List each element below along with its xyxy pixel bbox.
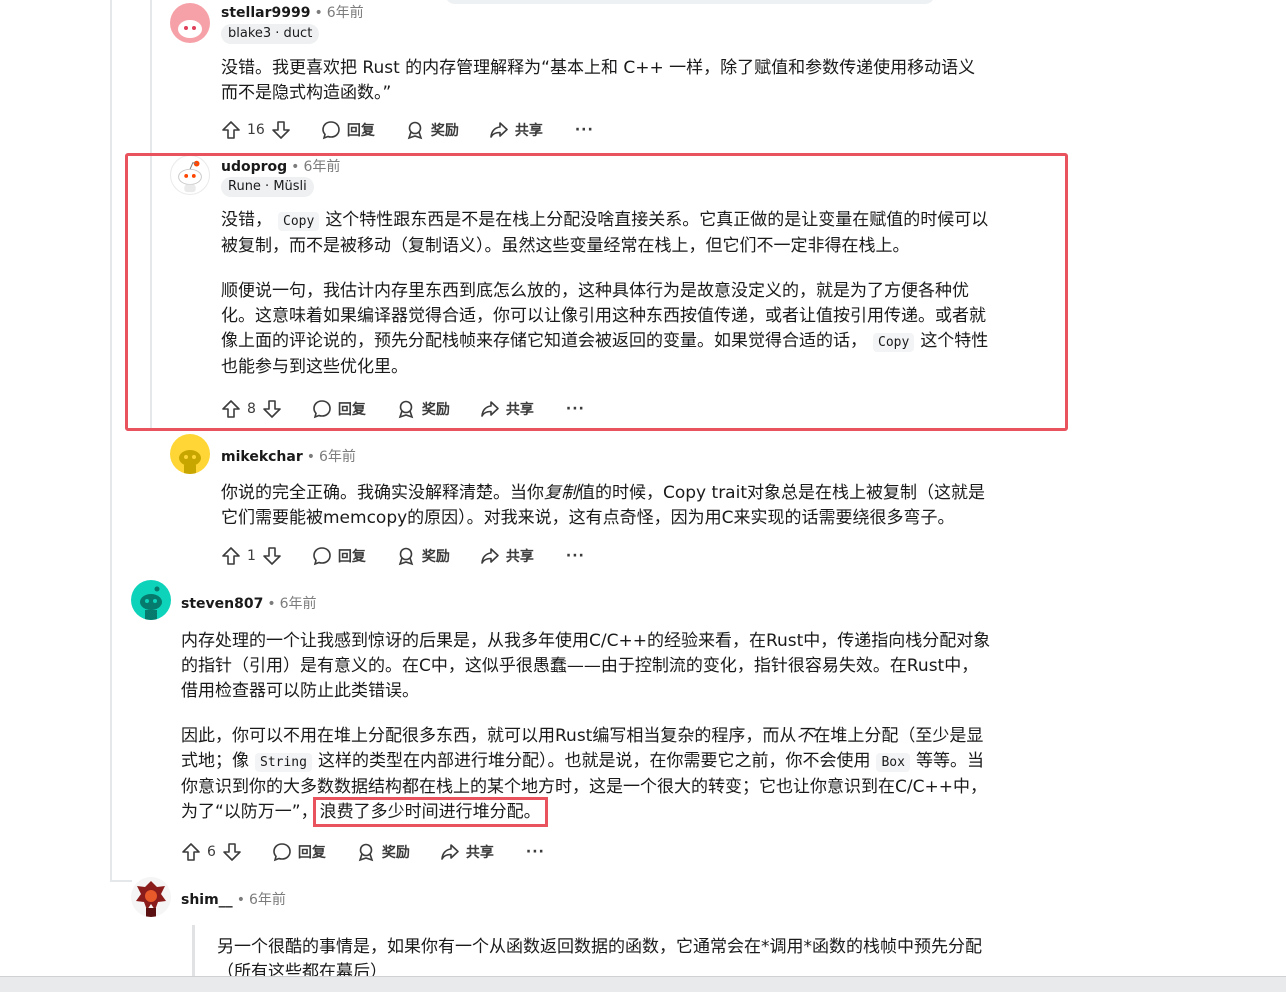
- thread-line-elbow: [110, 880, 132, 882]
- more-options-button[interactable]: ···: [566, 548, 585, 564]
- comment-body: 没错。我更喜欢把 Rust 的内存管理解释为“基本上和 C++ 一样，除了赋值和…: [221, 56, 991, 106]
- more-options-button[interactable]: ···: [526, 844, 545, 860]
- comment-paragraph: 因此，你可以不用在堆上分配很多东西，就可以用Rust编写相当复杂的程序，而从不在…: [181, 726, 987, 827]
- upvote-button[interactable]: [181, 842, 201, 862]
- reply-button[interactable]: 回复: [321, 120, 375, 140]
- comment-author[interactable]: stellar9999: [221, 5, 310, 21]
- comment-meta: stellar9999 • 6年前: [221, 5, 364, 21]
- comment-time[interactable]: 6年前: [319, 449, 356, 465]
- award-icon: [407, 121, 423, 140]
- comment-bubble-icon: [273, 843, 291, 862]
- reply-button[interactable]: 回复: [272, 842, 326, 862]
- comment-actions: 6 回复 奖励 共享 ···: [181, 840, 545, 864]
- blockquote-bar: [192, 925, 195, 976]
- avatar[interactable]: [131, 877, 171, 917]
- avatar[interactable]: [170, 3, 210, 43]
- downvote-button[interactable]: [271, 120, 291, 140]
- award-label: 奖励: [430, 123, 459, 139]
- share-label: 共享: [505, 549, 534, 565]
- comment-body: 内存处理的一个让我感到惊讶的后果是，从我多年使用C/C++的经验来看，在Rust…: [181, 629, 991, 827]
- avatar[interactable]: [170, 434, 210, 474]
- comment-blockquote: 另一个很酷的事情是，如果你有一个从函数返回数据的函数，它通常会在*调用*函数的栈…: [217, 935, 987, 976]
- award-label: 奖励: [381, 845, 410, 861]
- comment-bubble-icon: [313, 547, 331, 566]
- downvote-icon: [263, 547, 281, 565]
- comment-paragraph: 你说的完全正确。我确实没解释清楚。当你复制值的时候，Copy trait对象总是…: [221, 483, 985, 528]
- highlight-box-udoprog: [125, 153, 1068, 431]
- award-icon: [398, 547, 414, 566]
- share-arrow-icon: [441, 844, 459, 860]
- emphasis-text: 复制: [544, 483, 578, 503]
- snoo-avatar-icon: [136, 881, 166, 917]
- upvote-icon: [222, 121, 240, 139]
- share-label: 共享: [465, 845, 494, 861]
- vote-count: 16: [247, 122, 265, 138]
- share-label: 共享: [514, 123, 543, 139]
- award-button[interactable]: 奖励: [396, 546, 450, 566]
- avatar[interactable]: [131, 580, 171, 620]
- comment-author[interactable]: steven807: [181, 596, 263, 612]
- snoo-avatar-icon: [140, 586, 162, 620]
- taskbar: [0, 976, 1286, 992]
- upvote-icon: [182, 843, 200, 861]
- downvote-icon: [272, 121, 290, 139]
- vote-count: 1: [247, 548, 256, 564]
- comment-author[interactable]: shim__: [181, 892, 233, 908]
- comment-bubble-icon: [322, 121, 340, 140]
- inline-code: Box: [876, 753, 910, 772]
- comment-meta: shim__ • 6年前: [181, 892, 286, 908]
- award-button[interactable]: 奖励: [356, 842, 410, 862]
- vote-count: 6: [207, 844, 216, 860]
- downvote-button[interactable]: [262, 546, 282, 566]
- more-options-button[interactable]: ···: [575, 122, 594, 138]
- comment-paragraph: 另一个很酷的事情是，如果你有一个从函数返回数据的函数，它通常会在*调用*函数的栈…: [217, 937, 982, 976]
- award-button[interactable]: 奖励: [405, 120, 459, 140]
- upvote-button[interactable]: [221, 120, 241, 140]
- comment-author[interactable]: mikekchar: [221, 449, 303, 465]
- downvote-icon: [223, 843, 241, 861]
- share-button[interactable]: 共享: [440, 842, 494, 862]
- snoo-avatar-icon: [179, 450, 201, 474]
- upvote-button[interactable]: [221, 546, 241, 566]
- comment-actions: 1 回复 奖励 共享 ···: [221, 544, 585, 568]
- comment-time[interactable]: 6年前: [280, 596, 317, 612]
- inline-code: String: [255, 753, 312, 772]
- reply-label: 回复: [346, 123, 375, 139]
- comment-body: 你说的完全正确。我确实没解释清楚。当你复制值的时候，Copy trait对象总是…: [221, 481, 991, 531]
- comment-meta: mikekchar • 6年前: [221, 449, 356, 465]
- thread-line[interactable]: [110, 0, 112, 880]
- reply-label: 回复: [337, 549, 366, 565]
- user-flair: blake3 · duct: [221, 24, 320, 44]
- downvote-button[interactable]: [222, 842, 242, 862]
- comment-paragraph: 没错。我更喜欢把 Rust 的内存管理解释为“基本上和 C++ 一样，除了赋值和…: [221, 58, 976, 103]
- share-button[interactable]: 共享: [480, 546, 534, 566]
- reply-button[interactable]: 回复: [312, 546, 366, 566]
- scrollbar-top[interactable]: [445, 0, 935, 4]
- upvote-icon: [222, 547, 240, 565]
- snoo-avatar-icon: [178, 20, 202, 38]
- emphasis-text: 不: [796, 726, 814, 746]
- award-label: 奖励: [421, 549, 450, 565]
- share-button[interactable]: 共享: [489, 120, 543, 140]
- comment-time[interactable]: 6年前: [327, 5, 364, 21]
- comment-time[interactable]: 6年前: [249, 892, 286, 908]
- reply-label: 回复: [297, 845, 326, 861]
- comment-paragraph: 内存处理的一个让我感到惊讶的后果是，从我多年使用C/C++的经验来看，在Rust…: [181, 631, 991, 701]
- highlighted-text: 浪费了多少时间进行堆分配。: [312, 797, 548, 827]
- share-arrow-icon: [481, 548, 499, 564]
- award-icon: [358, 843, 374, 862]
- share-arrow-icon: [490, 122, 508, 138]
- comment-actions: 16 回复 奖励 共享 ···: [221, 118, 594, 142]
- comment-meta: steven807 • 6年前: [181, 596, 317, 612]
